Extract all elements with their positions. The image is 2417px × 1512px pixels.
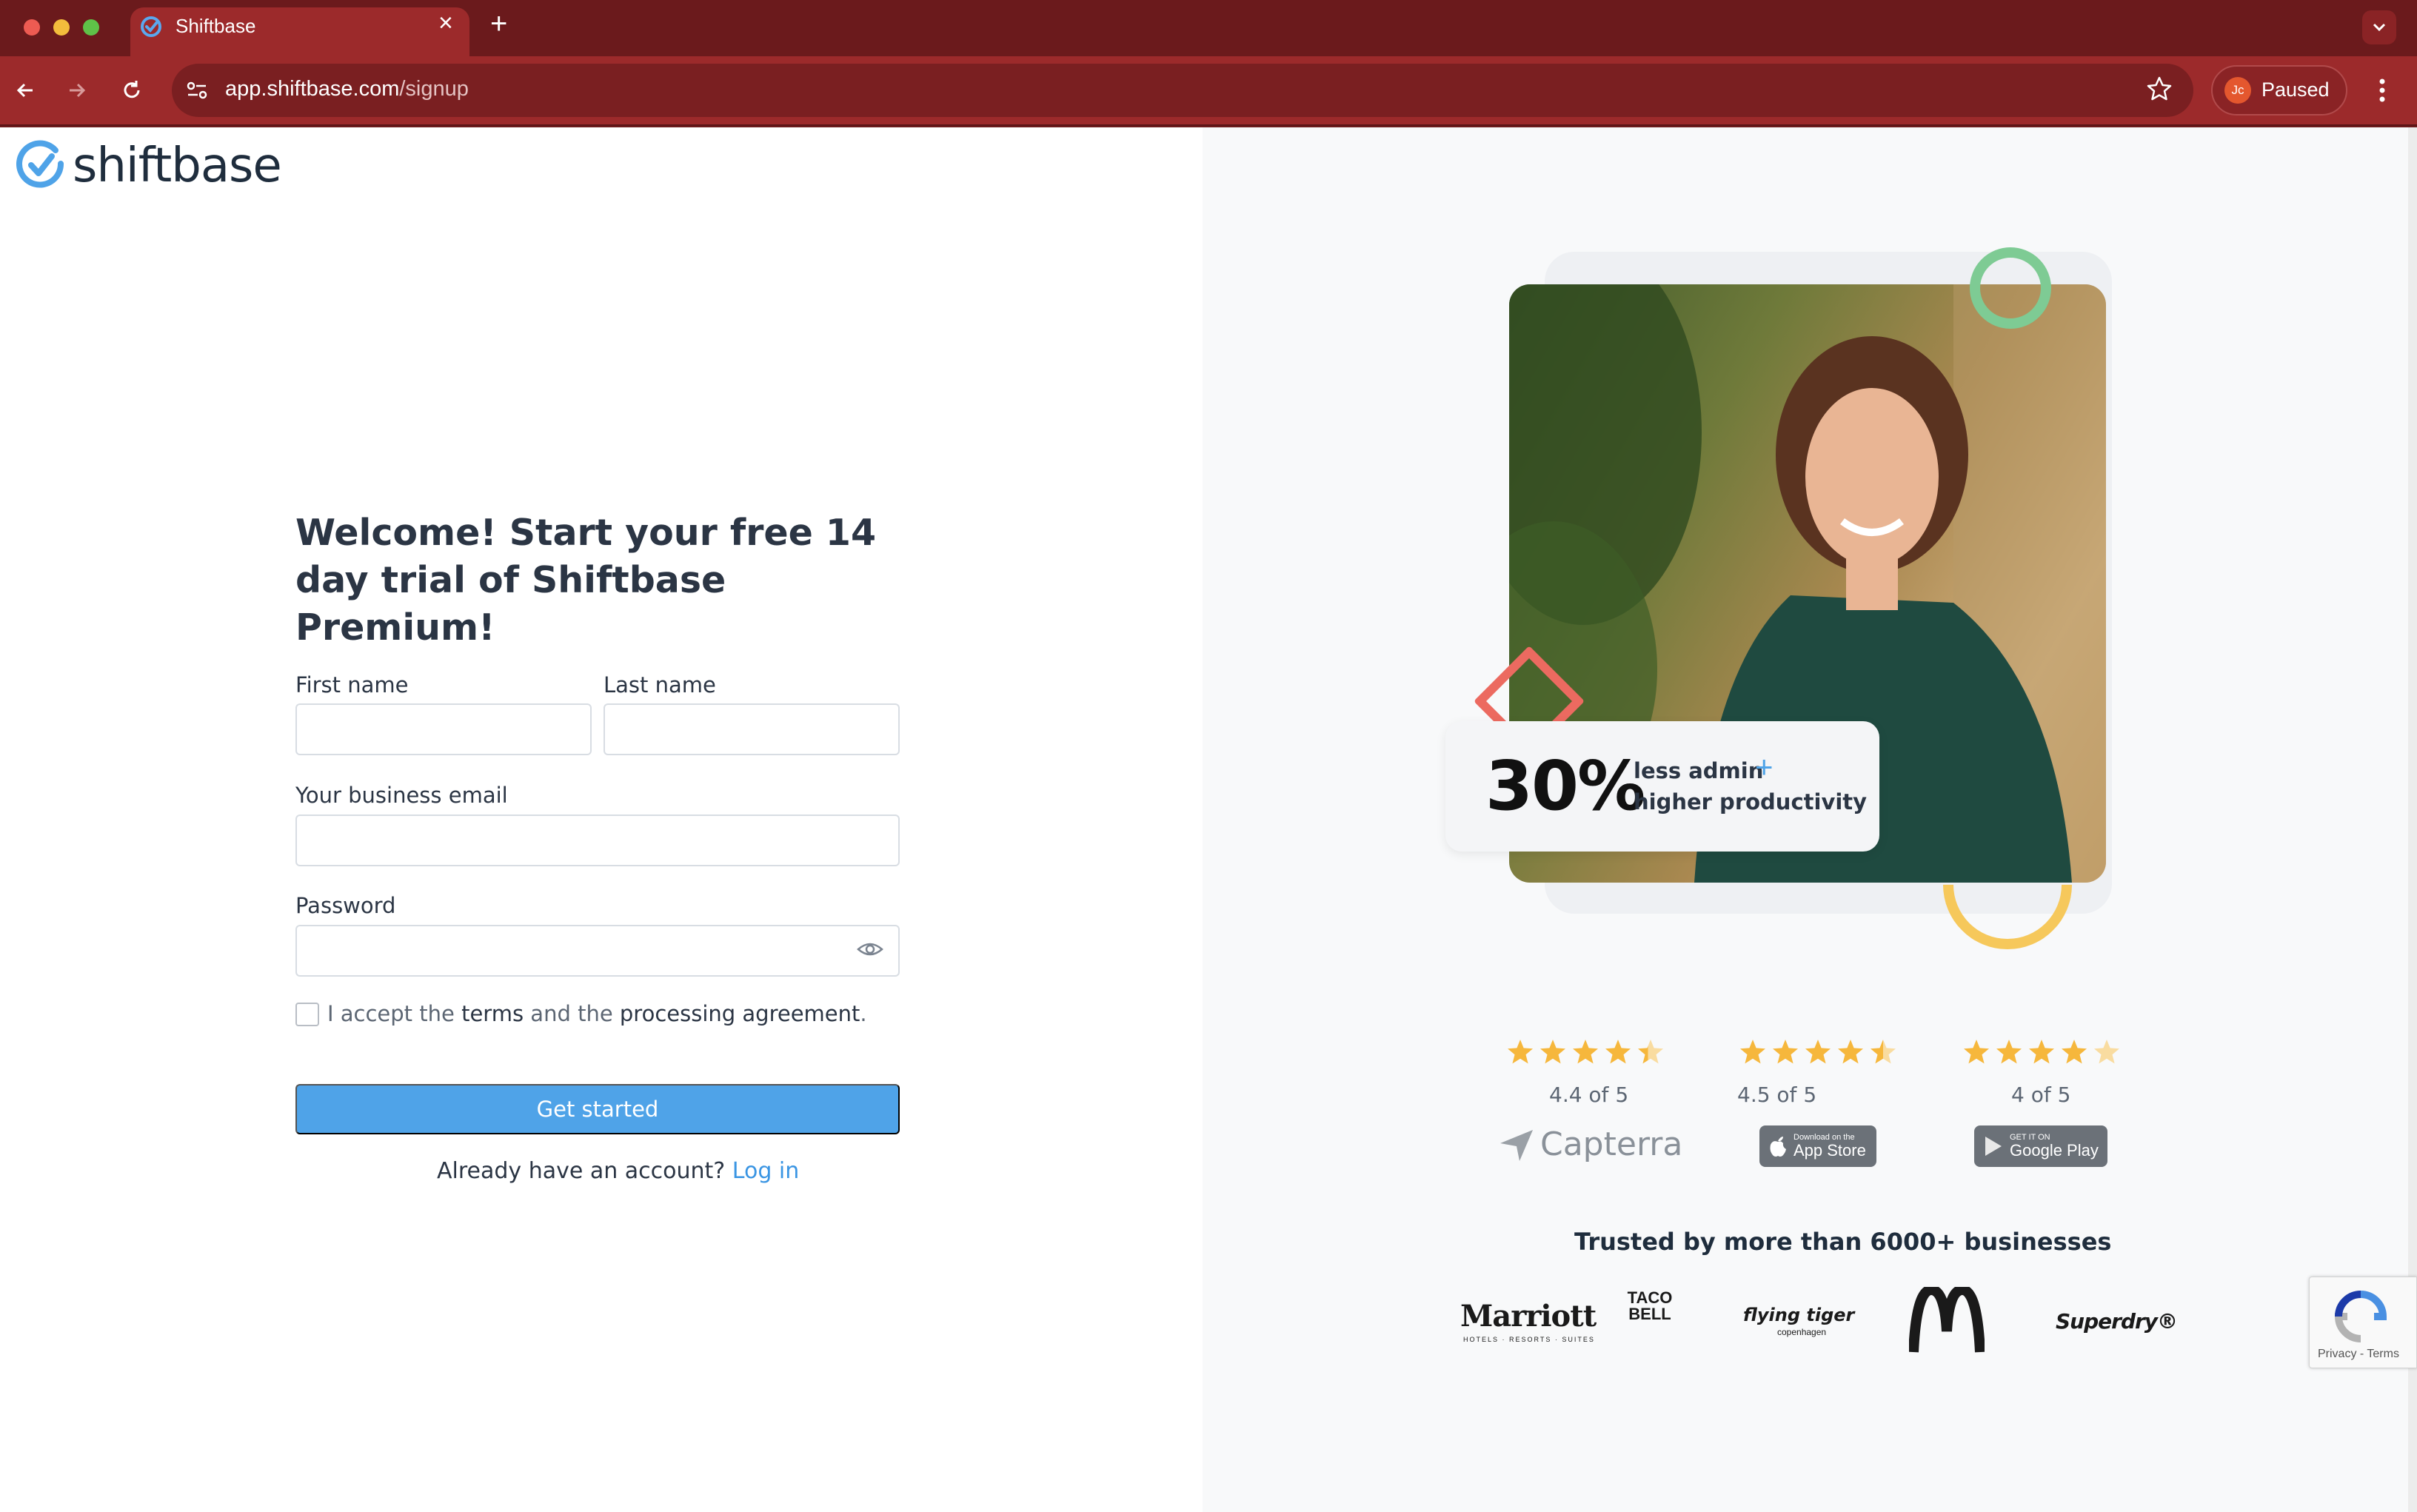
login-prompt-text: Already have an account? [437,1158,726,1184]
app-store-label: App Store [1793,1141,1866,1160]
stat-line-1: less admin [1634,758,1764,783]
shiftbase-logo-icon [16,140,64,188]
star-icon [1773,1040,1798,1064]
stat-value: 30% [1485,746,1645,826]
recaptcha-icon [2334,1291,2387,1342]
capterra-rating: 4.4 of 5 [1549,1083,1629,1107]
password-field[interactable] [295,925,900,977]
terms-middle: and the [530,1001,613,1026]
logo-wordmark: shiftbase [73,138,282,193]
address-bar[interactable] [172,64,2193,117]
capterra-arrow-icon [1500,1129,1533,1161]
google-play-icon [1985,1137,2002,1156]
chevron-down-icon [2373,23,2386,32]
email-label: Your business email [295,783,508,808]
shiftbase-logo[interactable]: shiftbase [15,136,282,195]
star-icon [1740,1040,1765,1064]
capterra-stars [1506,1038,1665,1068]
decor-ring [1970,247,2051,329]
star-icon [1540,1040,1565,1064]
star-icon [1838,1040,1863,1064]
marriott-logo: Marriott [1460,1299,1597,1334]
google-play-stars [1962,1038,2121,1068]
terms-prefix: I accept the [327,1001,455,1026]
trusted-heading: Trusted by more than 6000+ businesses [1574,1228,2112,1256]
google-play-rating: 4 of 5 [2011,1083,2071,1107]
apple-icon [1770,1137,1786,1157]
url-text[interactable]: app.shiftbase.com/signup [225,77,469,101]
window-minimize-button[interactable] [53,19,70,36]
star-icon [1805,1040,1831,1064]
recaptcha-links[interactable]: Privacy - Terms [2318,1348,2399,1361]
login-prompt: Already have an account? Log in [437,1158,799,1184]
stat-line-2: higher productivity [1634,789,1868,814]
app-store-stars [1739,1038,1897,1068]
new-tab-icon[interactable]: + [490,9,507,39]
star-icon [1508,1040,1533,1064]
stat-plus-icon: + [1755,749,1774,784]
show-password-eye-icon[interactable] [856,938,884,960]
forward-button[interactable] [61,74,93,107]
capterra-logo[interactable]: Capterra [1499,1125,1682,1163]
back-button[interactable] [9,74,41,107]
star-icon [1964,1040,1989,1064]
first-name-field[interactable] [295,703,592,755]
star-icon [1605,1040,1631,1064]
capterra-label: Capterra [1540,1125,1683,1163]
menu-kebab-icon[interactable] [2370,74,2395,107]
shiftbase-favicon-icon [141,16,161,37]
site-info-icon[interactable] [184,77,210,104]
star-icon [1573,1040,1598,1064]
url-host: app.shiftbase.com [225,77,400,101]
page-title: Welcome! Start your free 14 day trial of… [295,512,877,649]
last-name-label: Last name [604,672,716,698]
reload-icon [124,81,140,98]
terms-checkbox[interactable] [295,1003,319,1026]
app-store-badge[interactable]: Download on the App Store [1759,1125,1876,1167]
google-play-label: Google Play [2010,1141,2099,1160]
password-label: Password [295,893,396,918]
get-started-button[interactable]: Get started [295,1084,900,1134]
tab-search-button[interactable] [2362,10,2396,44]
url-path: /signup [399,77,469,101]
terms-text: I accept the terms and the processing ag… [327,1001,867,1026]
app-store-rating: 4.5 of 5 [1737,1083,1817,1107]
terms-link[interactable]: terms [461,1001,524,1026]
terms-suffix: . [860,1001,867,1026]
star-icon [1638,1040,1663,1064]
last-name-field[interactable] [604,703,900,755]
flying-tiger-logo: flying tiger [1743,1305,1855,1325]
superdry-logo: Superdry® [2056,1309,2178,1334]
avatar: Jc [2224,77,2251,104]
arrow-left-icon [16,83,33,98]
marriott-logo-sub: HOTELS · RESORTS · SUITES [1463,1336,1595,1343]
google-play-badge[interactable]: GET IT ON Google Play [1974,1125,2107,1167]
profile-status: Paused [2261,78,2330,101]
processing-agreement-link[interactable]: processing agreement [620,1001,860,1026]
tab-title: Shiftbase [175,15,256,37]
arrow-right-icon [70,83,86,98]
star-icon [2062,1040,2087,1064]
star-icon [2094,1040,2119,1064]
reload-button[interactable] [116,74,148,107]
bookmark-star-icon[interactable] [2144,74,2174,104]
window-zoom-button[interactable] [83,19,99,36]
star-icon [1996,1040,2022,1064]
flying-tiger-logo-sub: copenhagen [1777,1327,1827,1337]
email-field[interactable] [295,814,900,866]
star-icon [1871,1040,1896,1064]
first-name-label: First name [295,672,409,698]
taco-bell-logo: TACO BELL [1627,1288,1673,1323]
tab-close-icon[interactable]: × [438,10,453,36]
mcdonalds-logo-icon [1909,1287,1985,1353]
window-close-button[interactable] [24,19,40,36]
star-icon [2029,1040,2054,1064]
login-link[interactable]: Log in [732,1158,799,1184]
